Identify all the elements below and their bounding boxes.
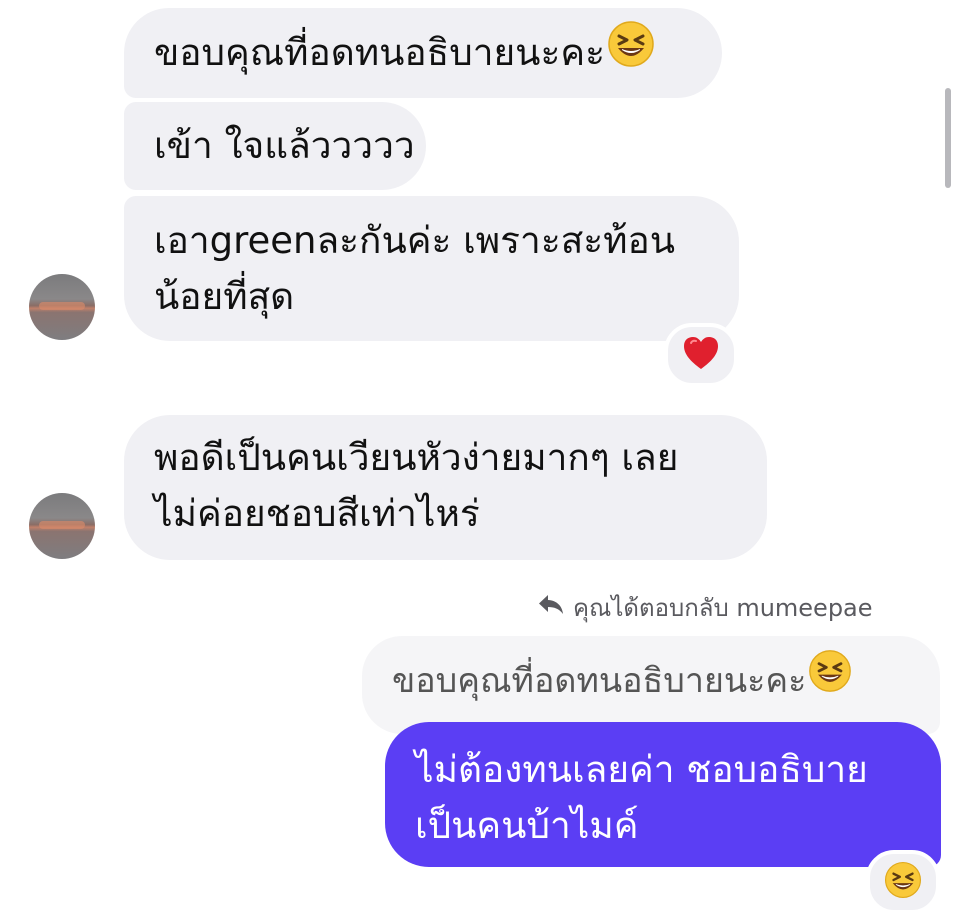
sender-avatar[interactable] (29, 274, 95, 340)
message-text-line-2: เป็นคนบ้าไมค์ (415, 804, 639, 847)
message-text-line-2: ไม่ค่อยชอบสีเท่าไหร่ (154, 492, 480, 535)
incoming-message-3[interactable]: เอาgreenละกันค่ะ เพราะสะท้อน น้อยที่สุด (124, 196, 739, 341)
laughing-emoji-icon (884, 861, 922, 903)
heart-emoji-icon (682, 335, 720, 375)
reply-indicator: คุณได้ตอบกลับ mumeepae (537, 590, 873, 626)
message-text-line-2: น้อยที่สุด (154, 275, 295, 318)
laughing-reaction[interactable] (866, 850, 940, 914)
incoming-message-4[interactable]: พอดีเป็นคนเวียนหัวง่ายมากๆ เลย ไม่ค่อยชอ… (124, 415, 767, 560)
incoming-message-2[interactable]: เข้า ใจแล้ววววว (124, 102, 426, 190)
outgoing-message[interactable]: ไม่ต้องทนเลยค่า ชอบอธิบาย เป็นคนบ้าไมค์ (385, 722, 941, 867)
message-text: เข้า ใจแล้ววววว (154, 124, 415, 167)
sender-avatar[interactable] (29, 493, 95, 559)
quoted-text: ขอบคุณที่อดทนอธิบายนะคะ (392, 661, 807, 701)
laughing-emoji-icon (808, 649, 852, 710)
laughing-emoji-icon (607, 20, 655, 84)
reply-arrow-icon (537, 590, 573, 626)
message-text-line-1: พอดีเป็นคนเวียนหัวง่ายมากๆ เลย (154, 436, 679, 479)
quoted-message[interactable]: ขอบคุณที่อดทนอธิบายนะคะ (362, 636, 940, 734)
scrollbar[interactable] (945, 88, 951, 188)
heart-reaction[interactable] (664, 323, 738, 387)
reply-label-text: คุณได้ตอบกลับ mumeepae (573, 594, 873, 622)
message-text-line-1: เอาgreenละกันค่ะ เพราะสะท้อน (154, 219, 676, 262)
message-text-line-1: ไม่ต้องทนเลยค่า ชอบอธิบาย (415, 748, 868, 791)
incoming-message-1[interactable]: ขอบคุณที่อดทนอธิบายนะคะ (124, 8, 722, 98)
message-text: ขอบคุณที่อดทนอธิบายนะคะ (154, 31, 605, 74)
